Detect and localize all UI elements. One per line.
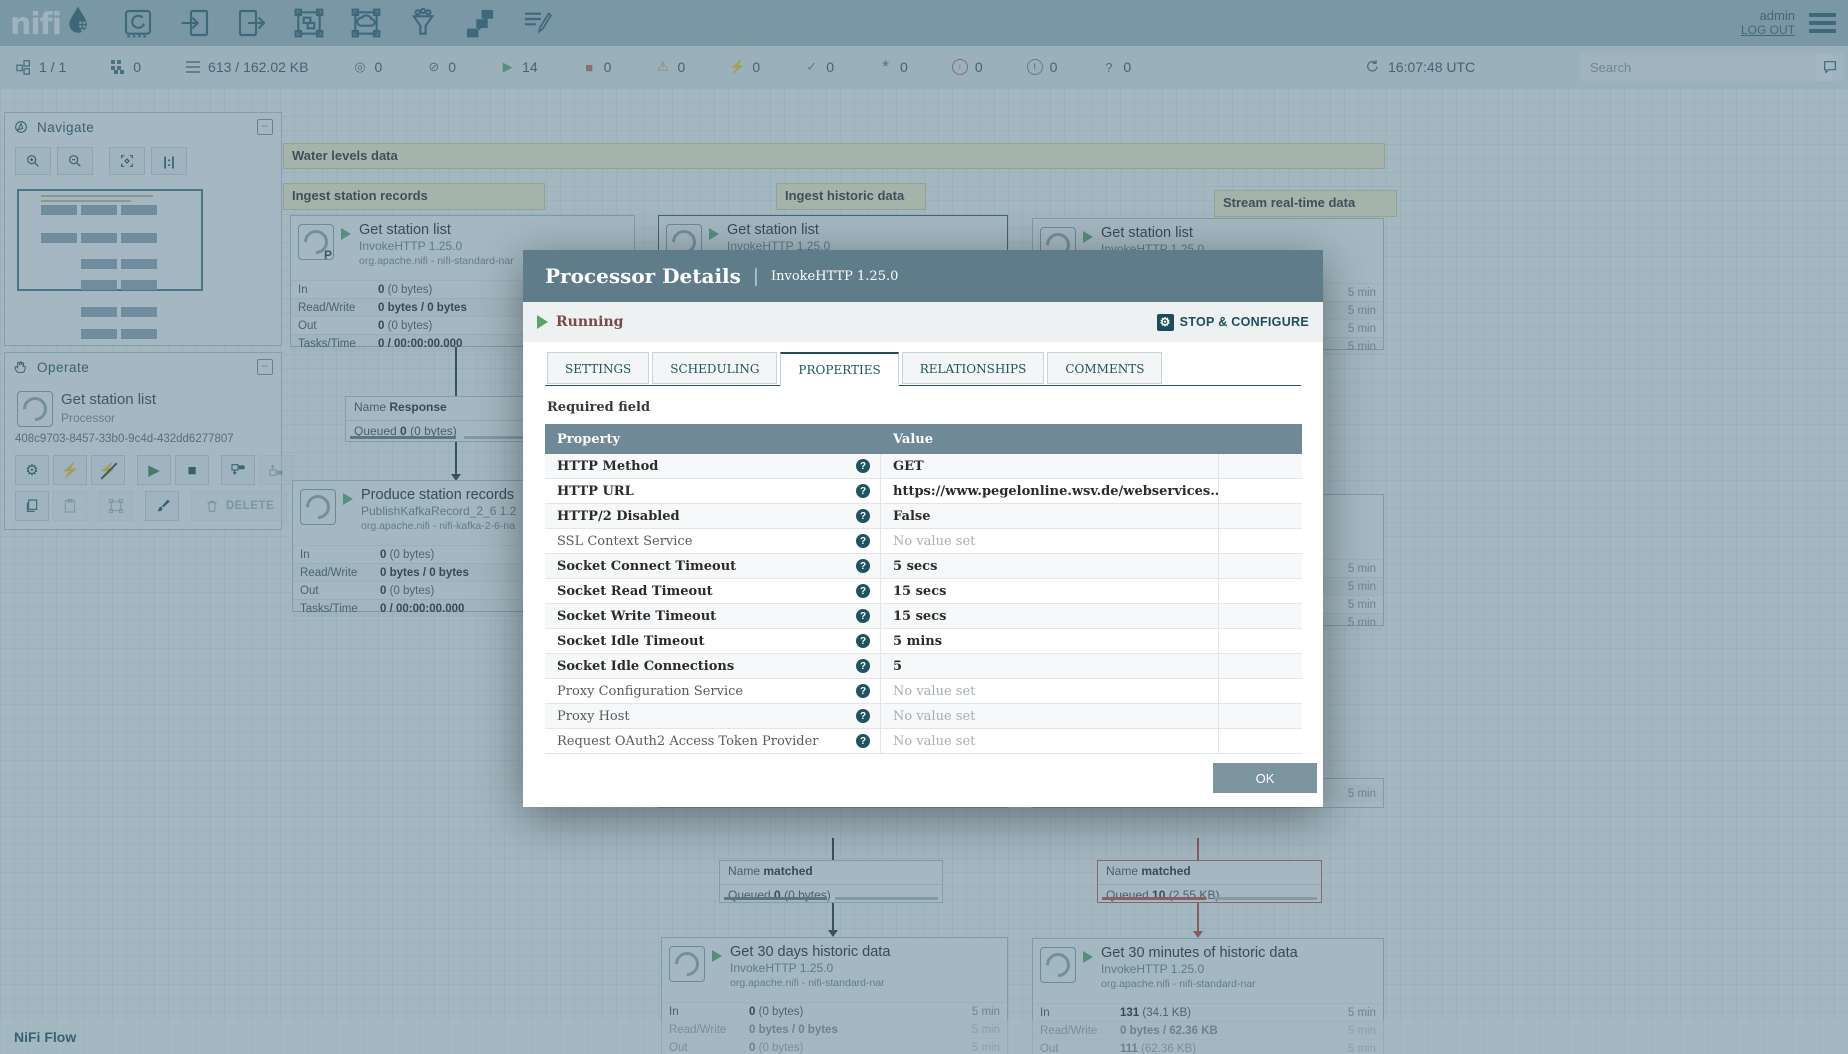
property-row[interactable]: Socket Idle Connections? 5	[545, 654, 1302, 679]
ok-button[interactable]: OK	[1213, 763, 1317, 793]
help-icon[interactable]: ?	[856, 534, 870, 548]
help-icon[interactable]: ?	[856, 634, 870, 648]
property-row[interactable]: Socket Connect Timeout? 5 secs	[545, 554, 1302, 579]
required-field-note: Required field	[547, 400, 651, 415]
properties-table: Property Value HTTP Method? GET HTTP URL?…	[545, 424, 1302, 754]
dialog-tabs: SETTINGS SCHEDULING PROPERTIES RELATIONS…	[547, 352, 1163, 386]
property-row[interactable]: Proxy Host? No value set	[545, 704, 1302, 729]
title-separator: |	[752, 265, 759, 287]
stop-and-configure-button[interactable]: ⚙ STOP & CONFIGURE	[1156, 313, 1309, 331]
tab-underline	[545, 385, 1301, 386]
tab-properties[interactable]: PROPERTIES	[780, 352, 899, 386]
property-row[interactable]: Socket Read Timeout? 15 secs	[545, 579, 1302, 604]
tab-settings[interactable]: SETTINGS	[547, 352, 650, 384]
running-status-icon	[537, 315, 548, 329]
property-row[interactable]: SSL Context Service? No value set	[545, 529, 1302, 554]
help-icon[interactable]: ?	[856, 509, 870, 523]
property-row[interactable]: Request OAuth2 Access Token Provider? No …	[545, 729, 1302, 754]
tab-relationships[interactable]: RELATIONSHIPS	[901, 352, 1045, 384]
help-icon[interactable]: ?	[856, 659, 870, 673]
help-icon[interactable]: ?	[856, 484, 870, 498]
tab-scheduling[interactable]: SCHEDULING	[652, 352, 778, 384]
help-icon[interactable]: ?	[856, 459, 870, 473]
property-row[interactable]: Socket Write Timeout? 15 secs	[545, 604, 1302, 629]
help-icon[interactable]: ?	[856, 584, 870, 598]
property-row[interactable]: HTTP URL? https://www.pegelonline.wsv.de/…	[545, 479, 1302, 504]
help-icon[interactable]: ?	[856, 684, 870, 698]
dialog-header: Processor Details | InvokeHTTP 1.25.0	[523, 250, 1323, 302]
property-row[interactable]: Proxy Configuration Service? No value set	[545, 679, 1302, 704]
gear-icon: ⚙	[1156, 313, 1174, 331]
property-row[interactable]: HTTP Method? GET	[545, 454, 1302, 479]
running-status-text: Running	[556, 314, 624, 330]
help-icon[interactable]: ?	[856, 709, 870, 723]
table-header: Property Value	[545, 424, 1302, 454]
help-icon[interactable]: ?	[856, 734, 870, 748]
dialog-subtitle: InvokeHTTP 1.25.0	[770, 268, 899, 284]
help-icon[interactable]: ?	[856, 609, 870, 623]
property-row[interactable]: HTTP/2 Disabled? False	[545, 504, 1302, 529]
run-status-row: Running ⚙ STOP & CONFIGURE	[523, 302, 1323, 342]
help-icon[interactable]: ?	[856, 559, 870, 573]
property-row[interactable]: Socket Idle Timeout? 5 mins	[545, 629, 1302, 654]
tab-comments[interactable]: COMMENTS	[1047, 352, 1163, 384]
nifi-app: nifi admin LOG OUT 1 / 1 0 613 / 162.02 …	[0, 0, 1848, 1054]
processor-details-dialog: Processor Details | InvokeHTTP 1.25.0 Ru…	[523, 250, 1323, 807]
dialog-title: Processor Details	[545, 264, 741, 288]
